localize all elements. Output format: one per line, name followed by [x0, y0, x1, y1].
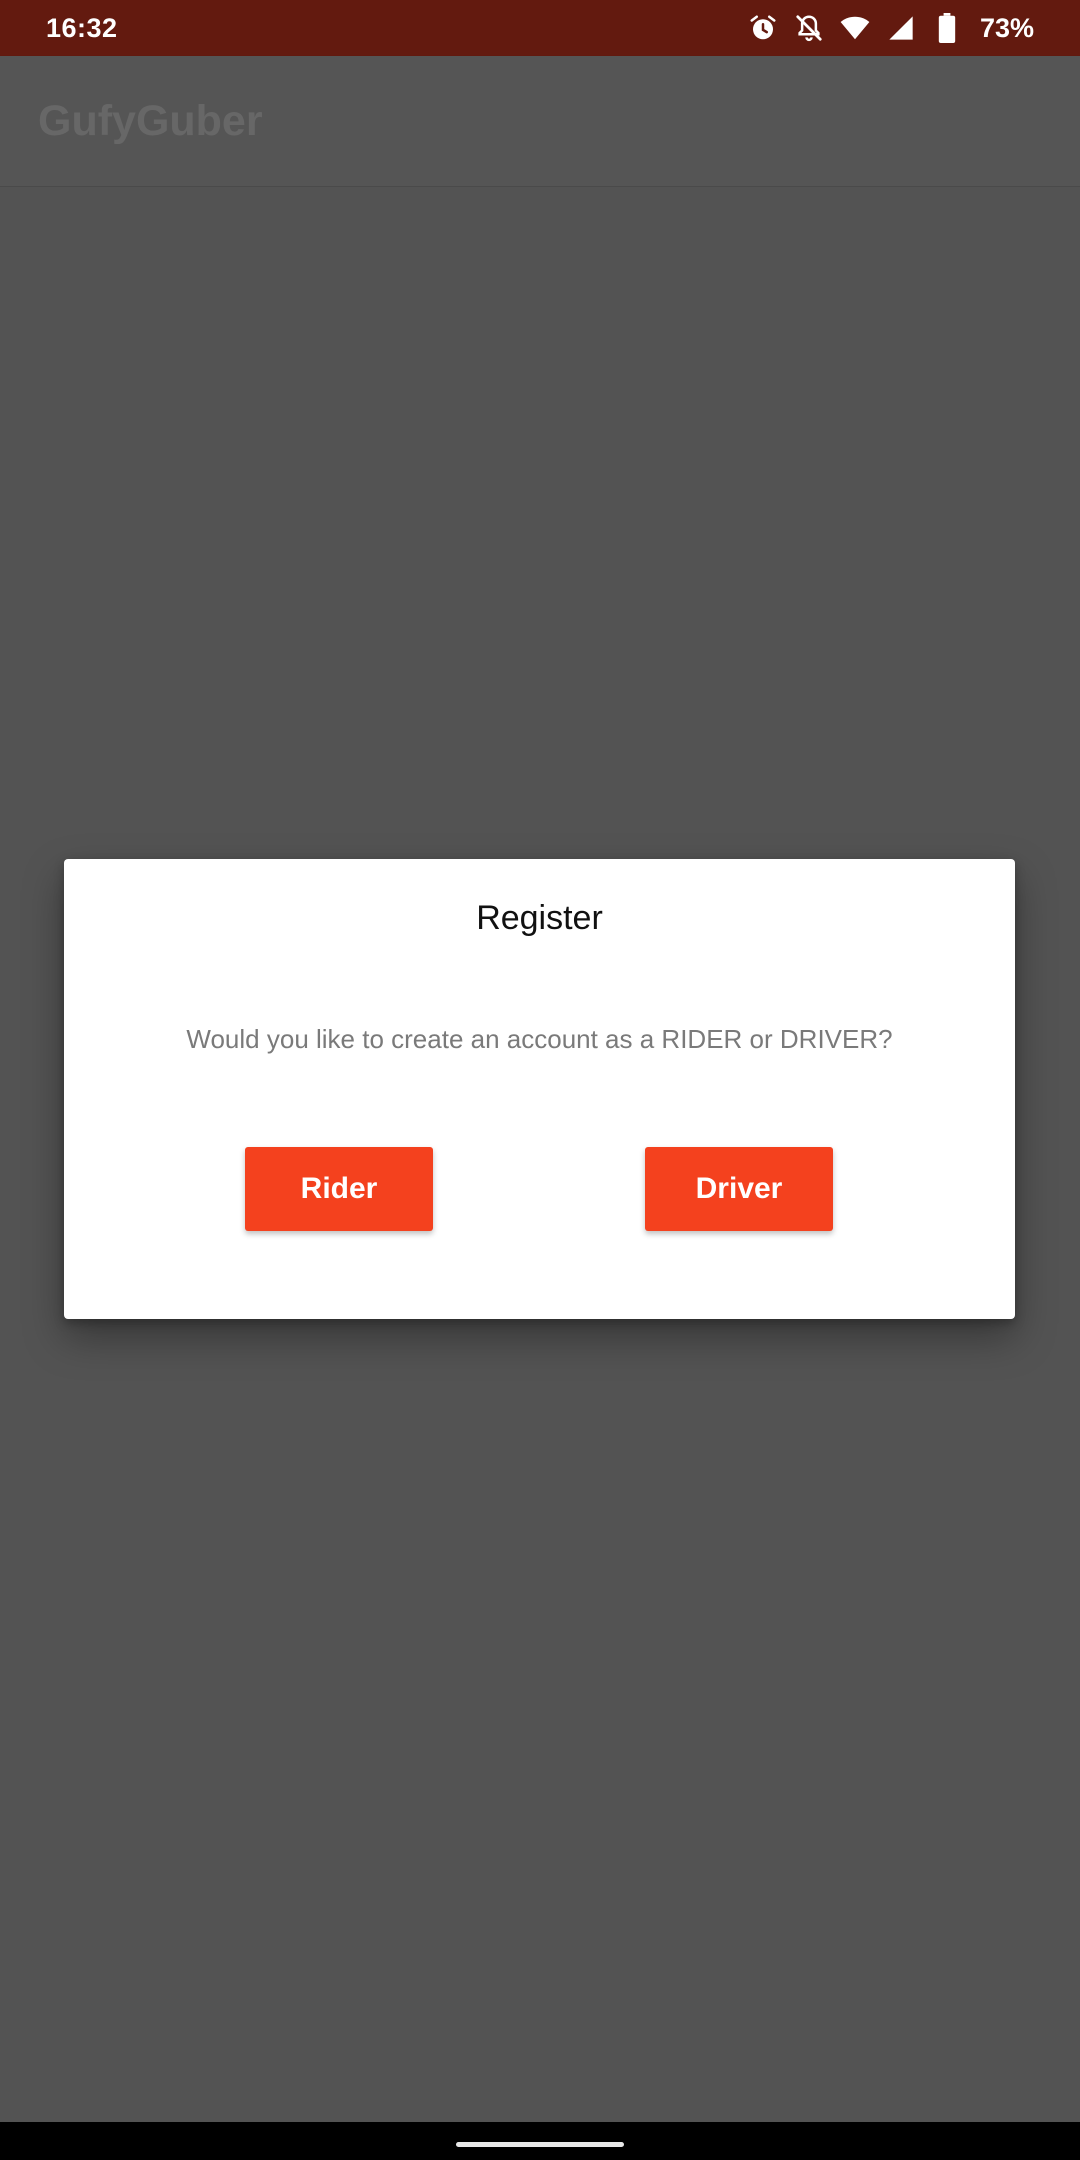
- notifications-off-icon: [794, 13, 824, 43]
- alarm-icon: [748, 13, 778, 43]
- app-bar: GufyGuber: [0, 56, 1080, 187]
- dialog-title: Register: [476, 899, 603, 937]
- status-bar: 16:32 73%: [0, 0, 1080, 56]
- wifi-icon: [840, 13, 870, 43]
- register-dialog: Register Would you like to create an acc…: [64, 859, 1015, 1319]
- status-icons: 73%: [748, 13, 1034, 44]
- signal-icon: [886, 13, 916, 43]
- driver-button[interactable]: Driver: [645, 1147, 833, 1231]
- app-title: GufyGuber: [38, 96, 263, 145]
- status-time: 16:32: [46, 12, 118, 43]
- home-gesture-handle[interactable]: [456, 2142, 624, 2147]
- navigation-bar: [0, 2122, 1080, 2160]
- rider-button[interactable]: Rider: [245, 1147, 433, 1231]
- battery-icon: [932, 13, 962, 43]
- battery-percent: 73%: [979, 12, 1034, 43]
- dialog-message: Would you like to create an account as a…: [186, 1024, 893, 1054]
